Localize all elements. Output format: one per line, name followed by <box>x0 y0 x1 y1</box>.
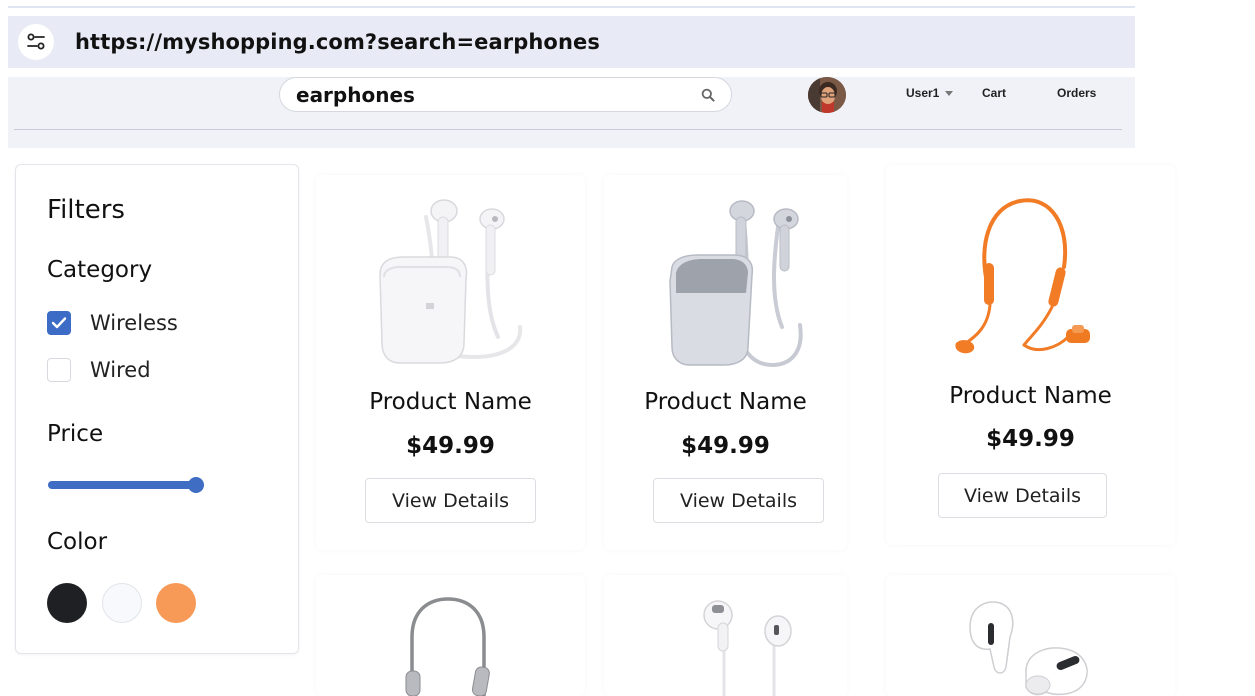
product-card[interactable]: Product Name $49.99 View Details <box>604 175 847 550</box>
product-card[interactable] <box>316 575 585 696</box>
browser-top-strip <box>8 6 1135 8</box>
avatar[interactable] <box>808 77 846 113</box>
product-price: $49.99 <box>986 426 1075 452</box>
category-heading: Category <box>47 257 153 283</box>
price-heading: Price <box>47 421 104 447</box>
price-slider-fill <box>48 481 197 489</box>
view-details-button[interactable]: View Details <box>938 473 1107 518</box>
product-name[interactable]: Product Name <box>886 383 1175 409</box>
color-swatch-black[interactable] <box>47 583 87 623</box>
view-details-button[interactable]: View Details <box>653 478 824 523</box>
filter-wireless[interactable]: Wireless <box>47 311 178 335</box>
filters-panel: Filters Category Wireless Wired Price Co… <box>15 164 299 654</box>
header-divider <box>14 129 1122 130</box>
product-image <box>955 198 1090 354</box>
url-text[interactable]: https://myshopping.com?search=earphones <box>75 30 600 54</box>
product-name[interactable]: Product Name <box>316 389 585 415</box>
product-image <box>405 597 490 696</box>
product-image <box>379 199 523 364</box>
color-heading: Color <box>47 529 108 555</box>
site-header: User1 Cart Orders <box>8 77 1135 148</box>
product-price: $49.99 <box>406 433 495 459</box>
wired-label: Wired <box>90 358 151 382</box>
checkmark-icon <box>51 317 67 329</box>
cart-link[interactable]: Cart <box>982 86 1006 100</box>
product-card[interactable] <box>886 575 1175 696</box>
product-price: $49.99 <box>681 433 770 459</box>
user-menu[interactable]: User1 <box>906 86 954 100</box>
product-name[interactable]: Product Name <box>604 389 847 415</box>
orders-link-label: Orders <box>1057 86 1097 100</box>
color-swatch-orange[interactable] <box>156 583 196 623</box>
wireless-checkbox[interactable] <box>47 311 71 335</box>
orders-link[interactable]: Orders <box>1057 86 1096 100</box>
search-bar[interactable] <box>279 77 732 112</box>
cart-link-label: Cart <box>982 86 1007 100</box>
view-details-button[interactable]: View Details <box>365 478 536 523</box>
site-info-button[interactable] <box>18 24 54 60</box>
product-image <box>969 601 1088 696</box>
search-input[interactable] <box>296 82 699 107</box>
filters-title: Filters <box>47 195 125 225</box>
product-image <box>703 600 792 696</box>
wired-checkbox[interactable] <box>47 358 71 382</box>
product-card[interactable]: Product Name $49.99 View Details <box>886 165 1175 545</box>
user-menu-label: User1 <box>906 86 940 100</box>
price-slider[interactable] <box>48 477 205 493</box>
color-swatch-white[interactable] <box>102 583 142 623</box>
browser-address-bar[interactable]: https://myshopping.com?search=earphones <box>8 16 1135 68</box>
price-slider-thumb[interactable] <box>188 477 205 493</box>
filter-wired[interactable]: Wired <box>47 358 151 382</box>
product-card[interactable] <box>604 575 847 696</box>
product-card[interactable]: Product Name $49.99 View Details <box>316 175 585 550</box>
wireless-label: Wireless <box>90 311 178 335</box>
tune-icon <box>27 33 45 50</box>
chevron-down-icon <box>945 90 954 96</box>
product-image <box>669 200 803 368</box>
search-icon[interactable] <box>699 86 717 104</box>
